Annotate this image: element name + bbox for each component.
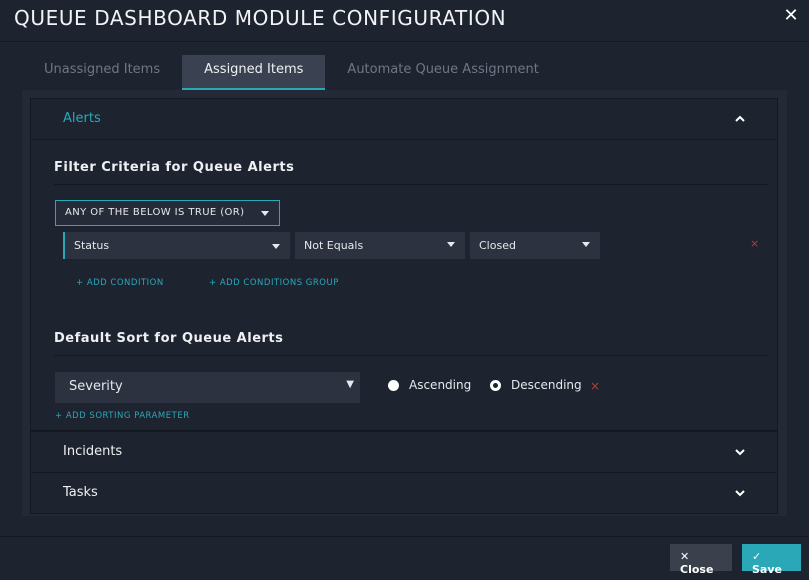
accordion-tasks[interactable]: Tasks — [30, 472, 778, 514]
modal-title: QUEUE DASHBOARD MODULE CONFIGURATION — [14, 6, 507, 30]
queue-config-modal: QUEUE DASHBOARD MODULE CONFIGURATION ✕ U… — [0, 0, 809, 580]
condition-field-value: Status — [74, 239, 110, 252]
caret-down-icon — [272, 244, 280, 249]
chevron-up-icon[interactable] — [733, 112, 747, 126]
accordion-tasks-title: Tasks — [63, 485, 98, 500]
chevron-down-icon[interactable] — [733, 445, 747, 459]
save-button[interactable]: ✓Save — [742, 544, 801, 576]
check-icon: ✓ — [752, 550, 762, 563]
tab-assigned-items[interactable]: Assigned Items — [182, 55, 326, 90]
add-condition-link[interactable]: + ADD CONDITION — [76, 278, 164, 288]
accordion-incidents[interactable]: Incidents — [30, 431, 778, 473]
tab-automate-queue-assignment[interactable]: Automate Queue Assignment — [325, 55, 560, 90]
accordion-alerts-title: Alerts — [63, 111, 101, 126]
sort-section-title: Default Sort for Queue Alerts — [54, 331, 284, 346]
caret-down-icon — [447, 242, 455, 247]
modal-footer: ✕Close ✓Save — [0, 536, 809, 580]
ascending-radio[interactable] — [388, 380, 399, 391]
logic-operator-value: ANY OF THE BELOW IS TRUE (OR) — [65, 207, 245, 218]
delete-condition-icon[interactable]: × — [750, 237, 759, 250]
close-icon: ✕ — [680, 550, 690, 563]
condition-value-value: Closed — [479, 239, 516, 252]
delete-sort-icon[interactable]: × — [590, 379, 600, 393]
descending-radio[interactable] — [490, 380, 501, 391]
tab-content: Alerts Filter Criteria for Queue Alerts … — [22, 90, 787, 516]
divider — [54, 184, 769, 185]
accordion-incidents-title: Incidents — [63, 444, 123, 459]
caret-down-icon — [582, 242, 590, 247]
sort-field-select[interactable]: Severity ▼ — [55, 372, 360, 403]
save-button-label: Save — [752, 563, 782, 576]
accordion-alerts: Alerts Filter Criteria for Queue Alerts … — [30, 98, 778, 431]
condition-operator-select[interactable]: Not Equals — [295, 232, 465, 259]
condition-value-select[interactable]: Closed — [470, 232, 600, 259]
add-conditions-group-link[interactable]: + ADD CONDITIONS GROUP — [209, 278, 339, 288]
tab-unassigned-items[interactable]: Unassigned Items — [22, 55, 182, 90]
close-icon[interactable]: ✕ — [781, 6, 801, 26]
tab-bar: Unassigned Items Assigned Items Automate… — [22, 55, 561, 90]
divider — [54, 355, 769, 356]
accordion-alerts-header[interactable]: Alerts — [31, 99, 777, 140]
ascending-label: Ascending — [409, 378, 472, 392]
modal-header: QUEUE DASHBOARD MODULE CONFIGURATION ✕ — [0, 0, 809, 42]
descending-label: Descending — [511, 378, 582, 392]
close-button[interactable]: ✕Close — [670, 544, 732, 576]
condition-operator-value: Not Equals — [304, 239, 364, 252]
logic-operator-select[interactable]: ANY OF THE BELOW IS TRUE (OR) — [55, 200, 280, 226]
close-button-label: Close — [680, 563, 714, 576]
condition-field-select[interactable]: Status — [65, 232, 290, 259]
chevron-down-icon[interactable] — [733, 486, 747, 500]
filter-section-title: Filter Criteria for Queue Alerts — [54, 160, 295, 175]
caret-down-icon — [261, 211, 269, 216]
add-sorting-parameter-link[interactable]: + ADD SORTING PARAMETER — [55, 411, 190, 421]
sort-field-value: Severity — [69, 379, 123, 394]
dropdown-arrow-icon: ▼ — [346, 379, 354, 390]
